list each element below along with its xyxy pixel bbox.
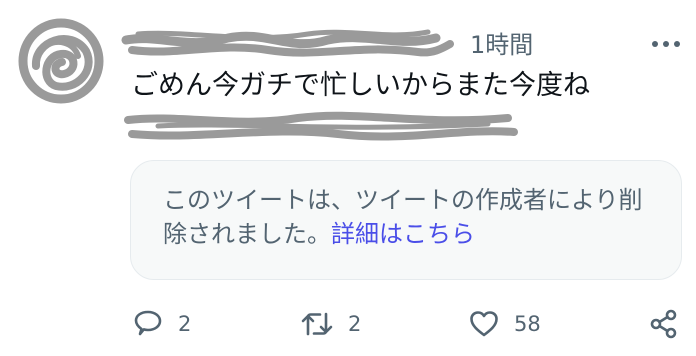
- text-redaction: [124, 111, 518, 141]
- avatar[interactable]: [16, 16, 106, 106]
- reply-icon: [134, 310, 162, 336]
- like-count: 58: [514, 312, 541, 336]
- more-dots-icon[interactable]: [649, 33, 683, 55]
- learn-more-link[interactable]: 詳細はこちら: [331, 220, 475, 248]
- share-icon: [650, 309, 677, 339]
- tweet[interactable]: 1時間 ごめん今ガチで忙しいからまた今度ね このツイートは、ツイートの作成者によ…: [0, 0, 696, 356]
- retweet-button[interactable]: 2: [300, 308, 361, 340]
- deleted-quote-text: このツイートは、ツイートの作成者により削除されました。詳細はこちら: [163, 183, 663, 251]
- reply-count: 2: [178, 312, 192, 336]
- tweet-text: ごめん今ガチで忙しいからまた今度ね: [131, 70, 590, 101]
- deleted-quote-card: このツイートは、ツイートの作成者により削除されました。詳細はこちら: [130, 160, 682, 280]
- share-button[interactable]: [648, 308, 680, 340]
- retweet-count: 2: [348, 312, 362, 336]
- like-button[interactable]: 58: [468, 308, 541, 340]
- action-bar: 2 2 58: [0, 300, 696, 348]
- retweet-icon: [301, 312, 333, 336]
- tweet-time[interactable]: 1時間: [470, 31, 533, 59]
- reply-button[interactable]: 2: [132, 308, 191, 340]
- heart-icon: [470, 311, 498, 337]
- username-redaction: [121, 29, 454, 57]
